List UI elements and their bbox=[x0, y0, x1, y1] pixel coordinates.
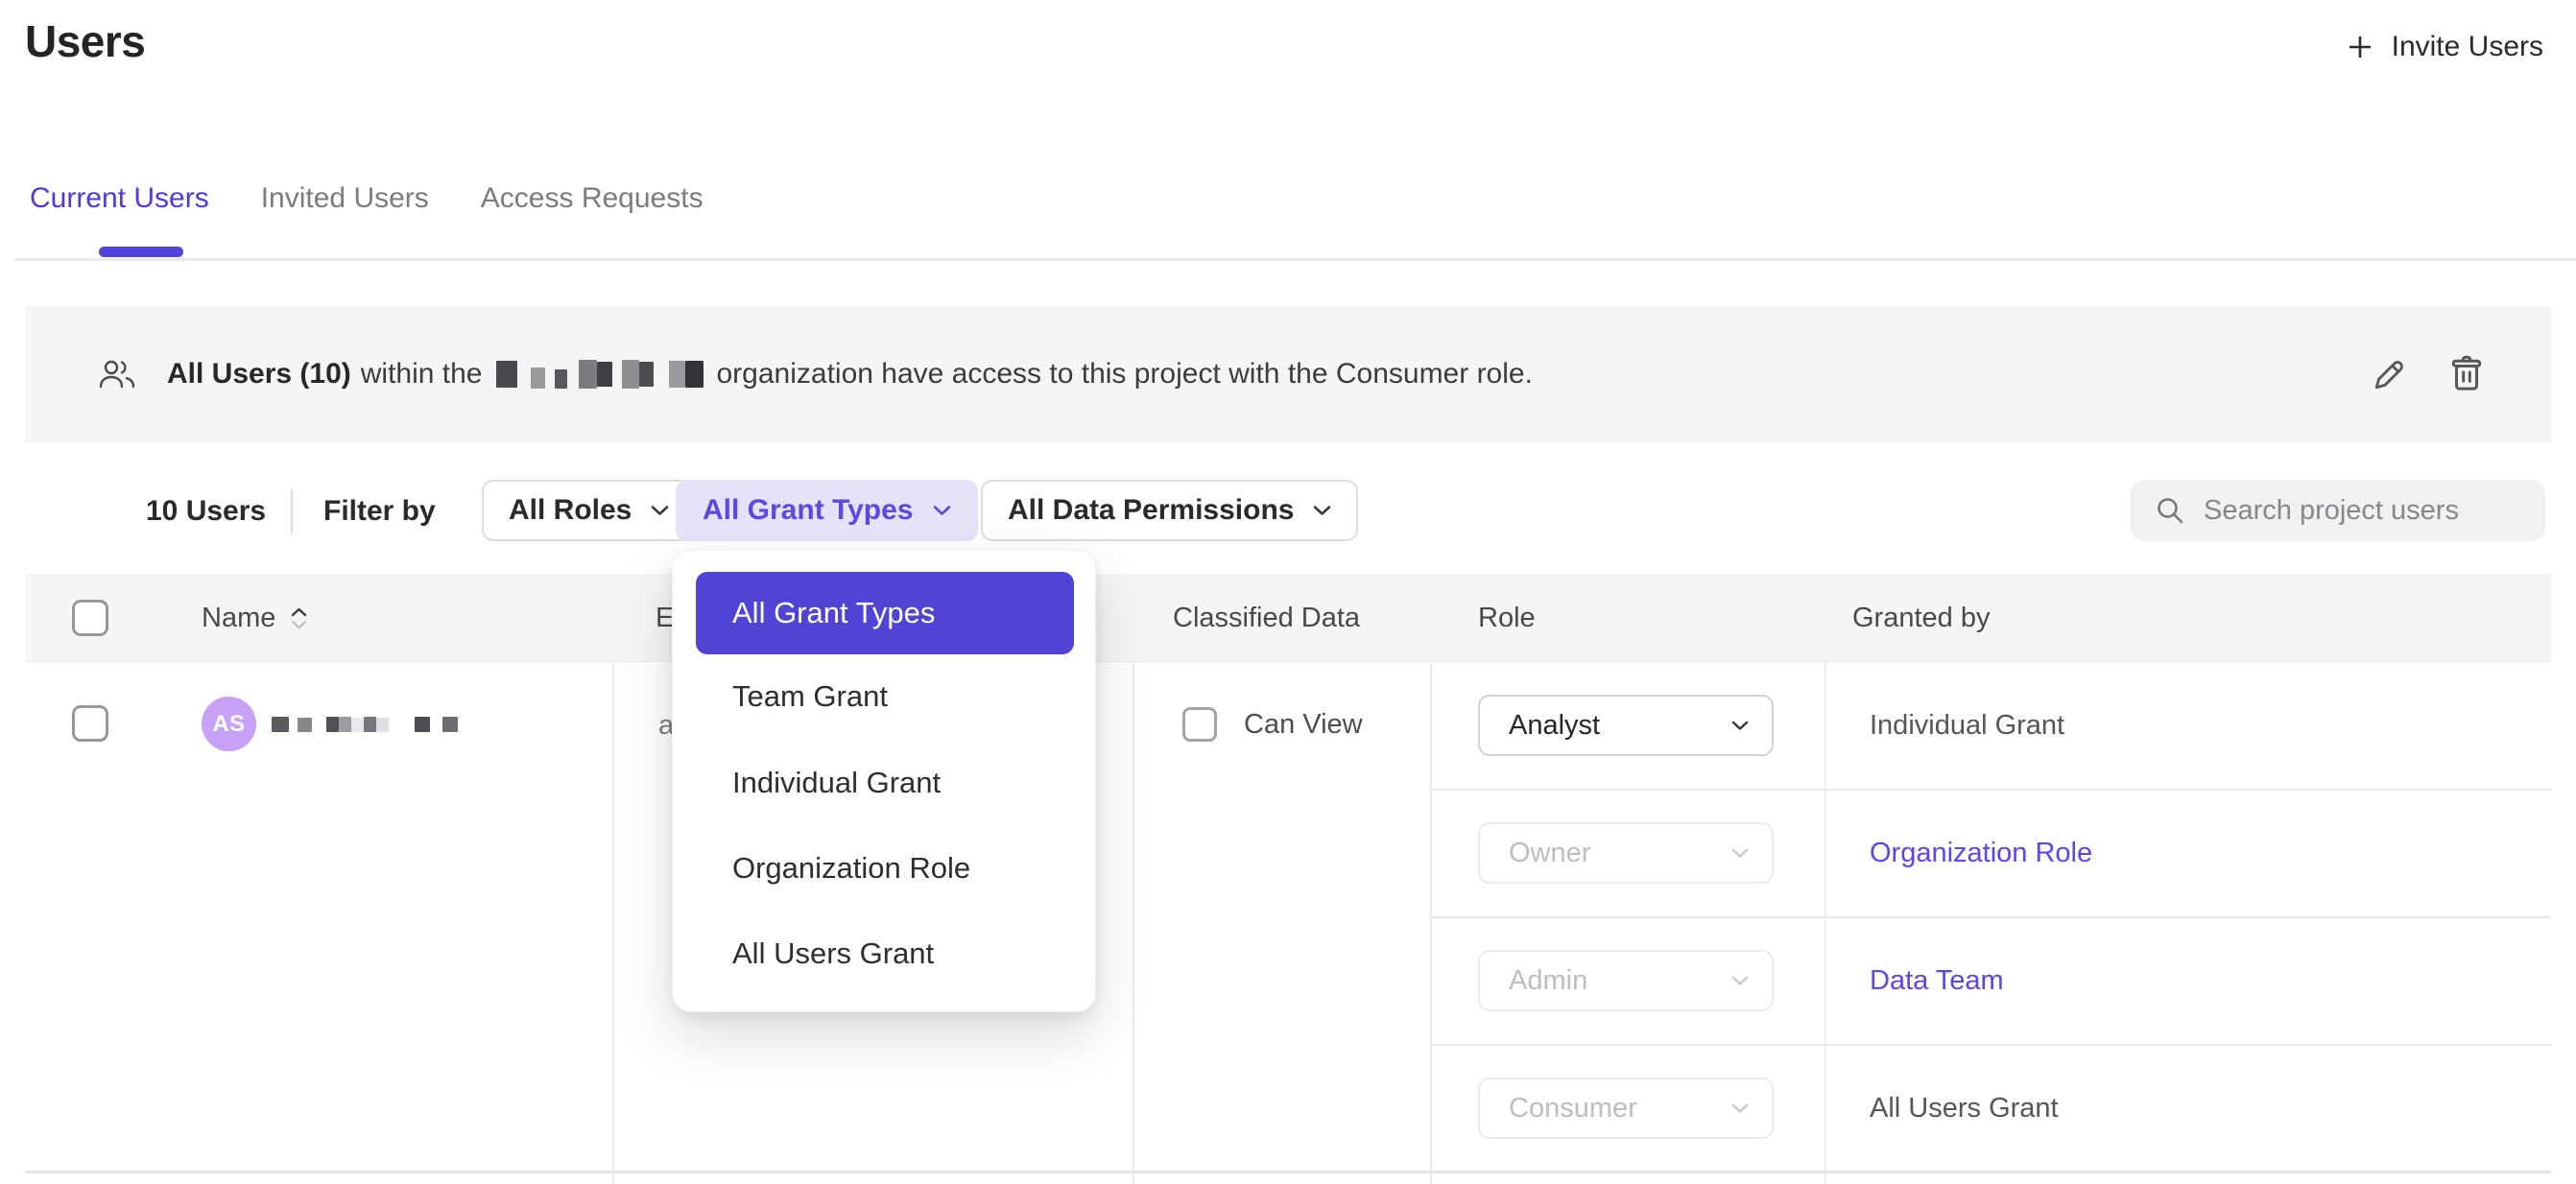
grant-types-menu: All Grant Types Team Grant Individual Gr… bbox=[672, 550, 1096, 1012]
all-roles-dropdown[interactable]: All Roles bbox=[482, 480, 696, 541]
chevron-down-icon bbox=[1731, 1103, 1749, 1114]
column-divider bbox=[1430, 662, 1432, 1184]
row-divider bbox=[25, 1171, 2551, 1173]
chevron-down-icon bbox=[933, 505, 951, 516]
role-select-consumer: Consumer bbox=[1478, 1077, 1774, 1139]
menu-item-organization-role[interactable]: Organization Role bbox=[732, 851, 970, 886]
table-header: Name Email Classified Data Role Granted … bbox=[25, 574, 2551, 662]
column-header-name[interactable]: Name bbox=[202, 574, 307, 662]
can-view-label: Can View bbox=[1244, 709, 1363, 741]
role-select-analyst[interactable]: Analyst bbox=[1478, 695, 1774, 756]
plus-icon bbox=[2346, 33, 2374, 61]
can-view-checkbox[interactable] bbox=[1182, 707, 1217, 742]
chevron-down-icon bbox=[1731, 721, 1749, 731]
column-header-granted-by: Granted by bbox=[1852, 574, 1990, 662]
row-checkbox[interactable] bbox=[72, 705, 108, 742]
sort-icon bbox=[291, 607, 307, 629]
invite-users-label: Invite Users bbox=[2392, 31, 2543, 63]
role-value: Analyst bbox=[1509, 710, 1600, 742]
classified-data-cell: Can View bbox=[1182, 707, 1363, 742]
all-data-permissions-dropdown[interactable]: All Data Permissions bbox=[981, 480, 1358, 541]
edit-icon[interactable] bbox=[2369, 353, 2411, 395]
all-data-permissions-label: All Data Permissions bbox=[1008, 494, 1294, 527]
role-value: Admin bbox=[1509, 965, 1587, 997]
subrow-divider bbox=[1430, 1044, 2551, 1046]
search-icon bbox=[2154, 494, 2186, 527]
banner-actions bbox=[2369, 306, 2488, 442]
chevron-down-icon bbox=[651, 505, 669, 516]
users-page: Users Invite Users Current Users Invited… bbox=[0, 0, 2576, 1184]
subrow-divider bbox=[1430, 789, 2551, 791]
column-divider bbox=[1133, 662, 1134, 1184]
search-box bbox=[2131, 480, 2545, 541]
active-tab-indicator bbox=[99, 247, 183, 257]
select-all-checkbox[interactable] bbox=[72, 600, 108, 636]
menu-item-all-grant-types[interactable]: All Grant Types bbox=[696, 572, 1074, 654]
menu-item-all-users-grant[interactable]: All Users Grant bbox=[732, 936, 934, 971]
column-divider bbox=[612, 662, 614, 1184]
role-select-admin: Admin bbox=[1478, 950, 1774, 1011]
role-value: Consumer bbox=[1509, 1093, 1637, 1125]
tab-invited-users[interactable]: Invited Users bbox=[261, 182, 429, 215]
menu-item-individual-grant[interactable]: Individual Grant bbox=[732, 766, 941, 800]
granted-by-all-users-grant: All Users Grant bbox=[1870, 1093, 2059, 1125]
delete-icon[interactable] bbox=[2445, 353, 2488, 395]
redacted-org-name bbox=[496, 360, 704, 389]
granted-by-data-team-link[interactable]: Data Team bbox=[1870, 965, 2004, 997]
all-roles-label: All Roles bbox=[509, 494, 632, 527]
tab-bar: Current Users Invited Users Access Reque… bbox=[30, 182, 704, 215]
page-title: Users bbox=[25, 15, 145, 67]
filter-divider bbox=[291, 489, 293, 533]
name-header-label: Name bbox=[202, 603, 275, 634]
column-header-classified-data: Classified Data bbox=[1173, 574, 1360, 662]
role-value: Owner bbox=[1509, 838, 1590, 869]
menu-item-team-grant[interactable]: Team Grant bbox=[732, 679, 888, 714]
filter-by-label: Filter by bbox=[323, 495, 436, 528]
avatar: AS bbox=[202, 697, 256, 751]
redacted-user-name bbox=[272, 717, 458, 732]
search-input[interactable] bbox=[2204, 495, 2522, 527]
chevron-down-icon bbox=[1313, 505, 1331, 516]
people-icon bbox=[98, 358, 136, 391]
tab-current-users[interactable]: Current Users bbox=[30, 182, 209, 215]
role-select-owner: Owner bbox=[1478, 822, 1774, 884]
banner-bold: All Users (10) bbox=[167, 358, 351, 391]
user-count: 10 Users bbox=[146, 495, 266, 528]
subrow-divider bbox=[1430, 916, 2551, 918]
granted-by-individual-grant: Individual Grant bbox=[1870, 710, 2064, 742]
invite-users-button[interactable]: Invite Users bbox=[2346, 31, 2543, 63]
tab-access-requests[interactable]: Access Requests bbox=[481, 182, 704, 215]
granted-by-organization-role-link[interactable]: Organization Role bbox=[1870, 838, 2092, 869]
all-grant-types-dropdown[interactable]: All Grant Types bbox=[676, 480, 978, 541]
column-header-role: Role bbox=[1478, 574, 1536, 662]
all-users-banner: All Users (10) within the organization h… bbox=[25, 306, 2551, 442]
chevron-down-icon bbox=[1731, 848, 1749, 859]
all-grant-types-label: All Grant Types bbox=[703, 494, 914, 527]
chevron-down-icon bbox=[1731, 976, 1749, 986]
banner-middle: within the bbox=[361, 358, 483, 391]
tabbar-divider bbox=[14, 258, 2576, 261]
column-divider bbox=[1825, 662, 1826, 1184]
banner-text: All Users (10) within the organization h… bbox=[167, 358, 1533, 391]
banner-suffix: organization have access to this project… bbox=[717, 358, 1533, 391]
